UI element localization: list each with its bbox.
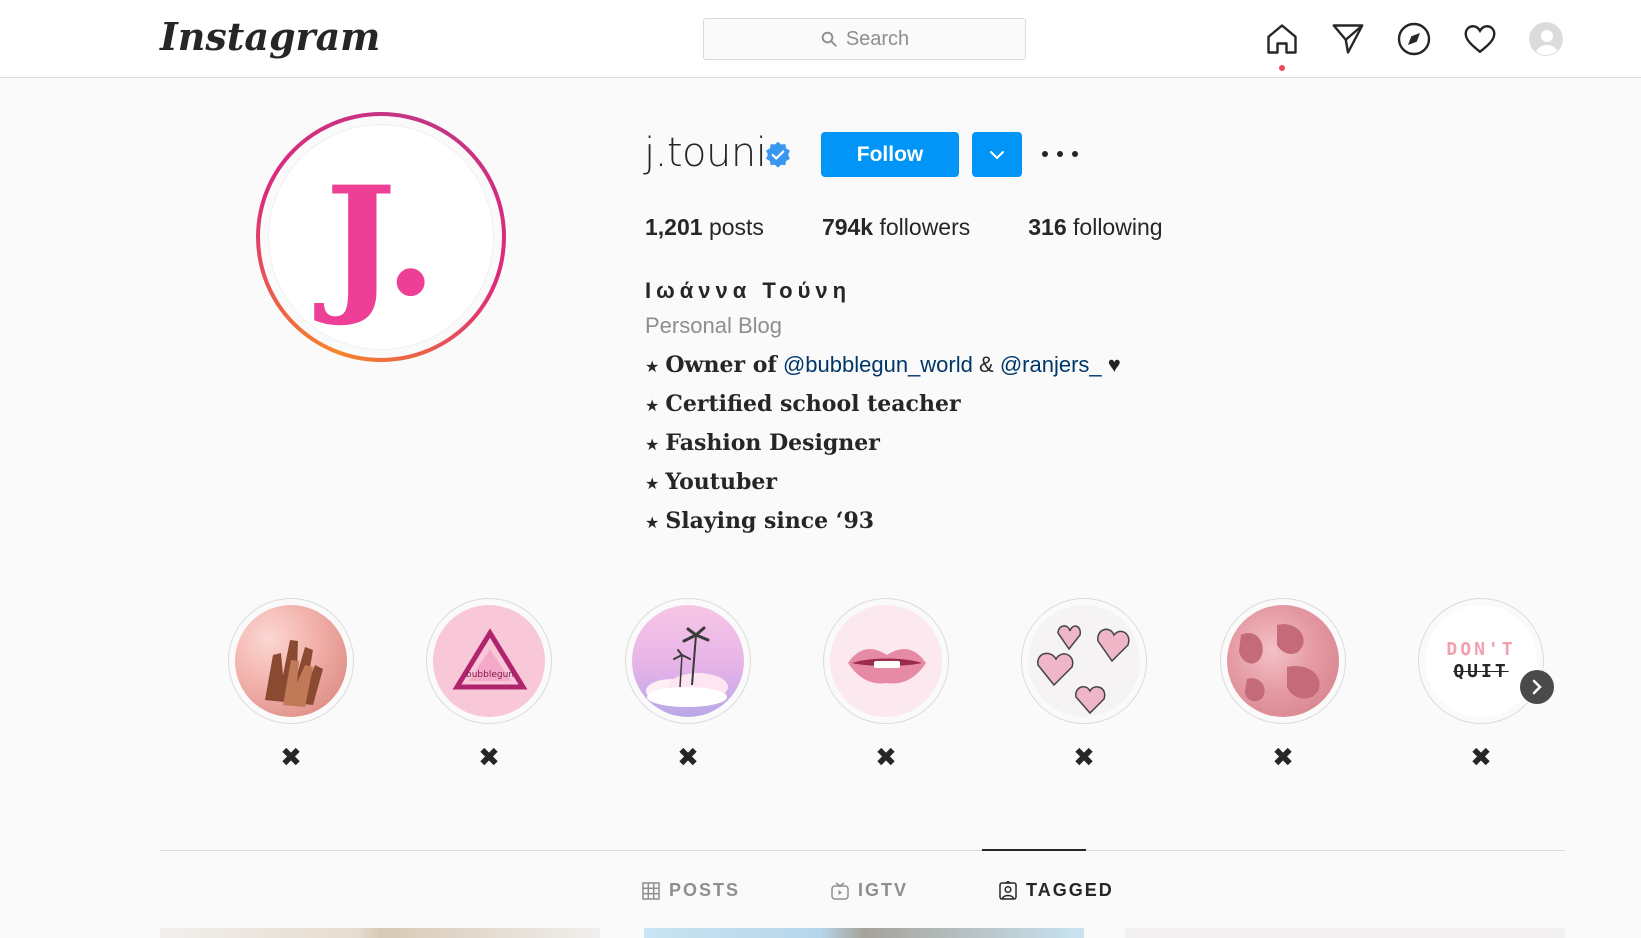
search-input[interactable]: Search [703, 18, 1026, 60]
highlight-cover [1028, 605, 1140, 717]
follow-button[interactable]: Follow [821, 132, 959, 177]
highlight-cover [632, 605, 744, 717]
profile-picture[interactable]: J. [256, 112, 506, 362]
explore-icon[interactable] [1394, 19, 1434, 59]
highlight-label: ✖ [1470, 742, 1492, 772]
highlight-label: ✖ [280, 742, 302, 772]
story-highlights: ✖ bubblegun ✖ ✖ ✖ ✖ ✖ DON'T QUIT ✖ [228, 598, 1558, 778]
highlight-text-bottom: QUIT [1453, 661, 1509, 682]
chevron-down-icon [990, 150, 1004, 159]
chevron-right-icon [1532, 679, 1542, 695]
search-icon [821, 31, 837, 47]
svg-text:bubblegun: bubblegun [466, 670, 514, 680]
post-thumbnail[interactable] [1125, 928, 1565, 938]
highlight-label: ✖ [1073, 742, 1095, 772]
highlight-item[interactable]: ✖ [823, 598, 949, 778]
profile-category: Personal Blog [645, 313, 782, 338]
highlight-item[interactable]: ✖ [625, 598, 751, 778]
highlight-item[interactable]: ✖ [1021, 598, 1147, 778]
heart-icon: ♥ [1107, 352, 1121, 377]
highlight-cover: DON'T QUIT [1425, 605, 1537, 717]
post-thumbnail[interactable] [644, 928, 1084, 938]
instagram-logo[interactable]: Instagram [160, 14, 380, 59]
profile-username: j.touni [644, 130, 767, 176]
profile-avatar-letter: J. [325, 154, 437, 330]
highlights-next-button[interactable] [1520, 670, 1554, 704]
tabs-divider [160, 850, 1565, 851]
bio-line: ★ Youtuber [645, 469, 777, 495]
notification-dot [1279, 65, 1285, 71]
avatar [1529, 22, 1563, 56]
highlight-cover: bubblegun [433, 605, 545, 717]
bio-line: ★ Slaying since ‘93 [645, 508, 875, 534]
profile-full-name: Ιωάννα Τούνη [645, 278, 852, 303]
profile-tabs: POSTS IGTV TAGGED [641, 880, 1204, 901]
grid-icon [642, 881, 660, 900]
highlight-item[interactable]: ✖ [228, 598, 354, 778]
profile-bio: ★ Owner of @bubblegun_world & @ranjers_ ♥… [645, 347, 1121, 542]
igtv-icon [831, 881, 849, 900]
suggested-dropdown-button[interactable] [972, 132, 1022, 177]
bio-line-owner: ★ Owner of @bubblegun_world & @ranjers_ ♥ [645, 352, 1121, 378]
highlight-item[interactable]: bubblegun ✖ [426, 598, 552, 778]
highlight-cover [1227, 605, 1339, 717]
highlight-text-top: DON'T [1446, 639, 1516, 660]
activity-heart-icon[interactable] [1460, 19, 1500, 59]
post-thumbnail[interactable] [160, 928, 600, 938]
highlight-item[interactable]: ✖ [1220, 598, 1346, 778]
profile-avatar-icon[interactable] [1526, 19, 1566, 59]
search-placeholder: Search [845, 27, 910, 50]
tagged-icon [999, 880, 1017, 900]
home-icon[interactable] [1262, 19, 1302, 71]
posts-count: 1,201 posts [645, 214, 764, 240]
verified-badge-icon [766, 141, 790, 168]
tab-posts[interactable]: POSTS [641, 880, 740, 901]
highlight-label: ✖ [1272, 742, 1294, 772]
bio-line: ★ Fashion Designer [645, 430, 880, 456]
highlight-label: ✖ [875, 742, 897, 772]
profile-stats: 1,201 posts 794k followers 316 following [645, 214, 1221, 241]
highlight-label: ✖ [677, 742, 699, 772]
highlight-cover [830, 605, 942, 717]
tab-igtv[interactable]: IGTV [830, 880, 908, 901]
more-options-icon[interactable] [1042, 140, 1078, 168]
tab-tagged[interactable]: TAGGED [998, 880, 1114, 901]
bio-line: ★ Certified school teacher [645, 391, 961, 417]
direct-icon[interactable] [1328, 19, 1368, 59]
nav-icons [1262, 18, 1592, 71]
followers-link[interactable]: 794k followers [822, 214, 970, 241]
active-tab-indicator [982, 849, 1086, 851]
bio-mention-link[interactable]: @bubblegun_world [783, 352, 973, 377]
highlight-cover [235, 605, 347, 717]
following-link[interactable]: 316 following [1028, 214, 1162, 241]
top-navigation-bar: Instagram Search [0, 0, 1641, 78]
bio-mention-link[interactable]: @ranjers_ [1000, 352, 1102, 377]
highlight-label: ✖ [478, 742, 500, 772]
